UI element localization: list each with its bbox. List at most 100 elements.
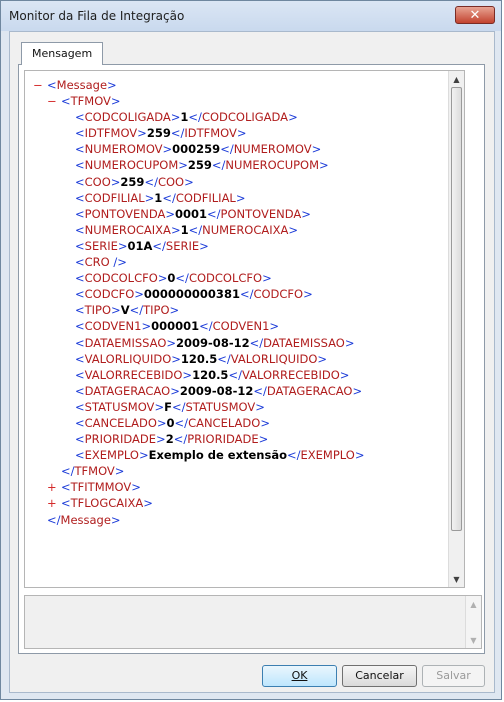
xml-tag-name: COO <box>84 174 111 189</box>
xml-tag-name: EXEMPLO <box>84 448 139 463</box>
xml-tag-name: CODFILIAL <box>84 190 145 205</box>
xml-field-dataemissao: <DATAEMISSAO>2009-08-12</DATAEMISSAO> <box>33 335 364 351</box>
lower-text-area[interactable]: ▲ ▼ <box>24 595 482 649</box>
xml-tag-name: PONTOVENDA <box>220 206 302 221</box>
xml-tag-bracket: </ <box>61 464 75 479</box>
scroll-thumb[interactable] <box>451 87 462 531</box>
xml-tag-bracket: </ <box>199 319 213 334</box>
xml-tag-bracket: > <box>138 448 149 463</box>
xml-tag-name: NUMEROMOV <box>233 142 312 157</box>
xml-field-codcfo: <CODCFO>000000000381</CODCFO> <box>33 286 364 302</box>
ok-button[interactable]: OK <box>262 665 337 687</box>
xml-tag-bracket: </ <box>188 110 202 125</box>
xml-field-value: 000000000381 <box>143 287 240 302</box>
lower-vertical-scrollbar[interactable]: ▲ ▼ <box>465 596 481 648</box>
xml-field-statusmov: <STATUSMOV>F</STATUSMOV> <box>33 399 364 415</box>
xml-tag-bracket: < <box>75 110 85 125</box>
xml-tag-bracket: < <box>75 432 85 447</box>
xml-field-value: 120.5 <box>180 351 218 366</box>
xml-field-value: 259 <box>187 158 212 173</box>
xml-collapsed-tfitmmov: + <TFITMMOV> <box>33 479 364 495</box>
xml-tag-bracket: </ <box>173 432 188 447</box>
xml-tag-bracket: </ <box>171 399 186 414</box>
xml-tag-name: TFMOV <box>70 94 111 109</box>
collapse-toggle[interactable]: − <box>33 77 47 93</box>
xml-tag-bracket: > <box>156 415 167 430</box>
scroll-down-icon[interactable]: ▼ <box>466 632 481 648</box>
xml-tag: < <box>47 78 57 92</box>
dialog-client-area: Mensagem − <Message> − <TFMOV> <CODCOLIGAD… <box>9 31 495 693</box>
xml-tag-name: DATAGERACAO <box>266 383 353 398</box>
dialog-window: Monitor da Fila de Integração ✕ Mensagem… <box>0 0 502 700</box>
close-button[interactable]: ✕ <box>455 6 495 24</box>
xml-tag-name: VALORLIQUIDO <box>230 351 318 366</box>
expand-toggle[interactable]: + <box>47 479 61 495</box>
xml-root-open: − <Message> <box>33 77 364 93</box>
xml-tag-bracket: </ <box>170 126 185 141</box>
xml-tag-name: DATAEMISSAO <box>84 335 167 350</box>
xml-tag-bracket: > <box>235 190 246 205</box>
xml-tag-name: TFITMMOV <box>70 480 132 495</box>
xml-tag-name: CANCELADO <box>188 415 261 430</box>
xml-tag-bracket: > <box>344 335 355 350</box>
xml-tag-bracket: </ <box>239 287 254 302</box>
xml-tag-bracket: > <box>111 303 121 318</box>
xml-field-valorrecebido: <VALORRECEBIDO>120.5</VALORRECEBIDO> <box>33 367 364 383</box>
xml-field-value: 259 <box>146 126 171 141</box>
xml-tag-bracket: > <box>169 303 180 318</box>
xml-field-prioridade: <PRIORIDADE>2</PRIORIDADE> <box>33 431 364 447</box>
xml-viewer[interactable]: − <Message> − <TFMOV> <CODCOLIGADA>1</CODC… <box>24 70 465 588</box>
xml-tag-name: VALORRECEBIDO <box>84 367 183 382</box>
xml-field-value: 2 <box>165 432 174 447</box>
xml-tag-name: Message <box>56 78 108 92</box>
xml-tag-bracket: > <box>134 287 144 302</box>
xml-tag-name: TFMOV <box>74 464 115 479</box>
xml-tag-name: CODVEN1 <box>84 319 142 334</box>
save-button[interactable]: Salvar <box>422 665 485 687</box>
xml-tag-name: TFLOGCAIXA <box>70 496 144 511</box>
xml-tag-bracket: </ <box>211 158 226 173</box>
xml-tag-bracket: < <box>75 271 85 286</box>
xml-tag-bracket: < <box>61 94 71 109</box>
xml-tag-bracket: </ <box>287 448 301 463</box>
xml-field-numeromov: <NUMEROMOV>000259</NUMEROMOV> <box>33 141 364 157</box>
xml-field-value: 2009-08-12 <box>176 335 250 350</box>
xml-tag-bracket: </ <box>207 206 221 221</box>
xml-tag-bracket: > <box>352 383 363 398</box>
xml-field-value: 2009-08-12 <box>179 383 254 398</box>
xml-tag-bracket: < <box>75 399 85 414</box>
xml-tag-bracket: /> <box>109 255 127 270</box>
xml-tag-bracket: > <box>178 158 188 173</box>
xml-vertical-scrollbar[interactable]: ▲ ▼ <box>448 71 464 587</box>
scroll-up-icon[interactable]: ▲ <box>449 71 464 87</box>
xml-tag-bracket: < <box>75 415 85 430</box>
tab-mensagem[interactable]: Mensagem <box>21 42 104 65</box>
scroll-up-icon[interactable]: ▲ <box>466 596 481 612</box>
xml-field-serie: <SERIE>01A</SERIE> <box>33 238 364 254</box>
xml-tag-bracket: > <box>156 432 166 447</box>
xml-tag-bracket: < <box>75 174 85 189</box>
xml-tag-bracket: < <box>75 255 85 270</box>
xml-tag-bracket: </ <box>217 351 231 366</box>
expand-toggle[interactable]: + <box>47 495 61 511</box>
xml-tag-bracket: </ <box>174 415 189 430</box>
xml-tag-bracket: > <box>110 512 121 527</box>
xml-tag-bracket: < <box>75 158 85 173</box>
xml-tag-bracket: </ <box>129 303 144 318</box>
xml-field-codcolcfo: <CODCOLCFO>0</CODCOLCFO> <box>33 270 364 286</box>
xml-field-value: V <box>120 303 130 318</box>
collapse-toggle[interactable]: − <box>47 93 61 109</box>
xml-fields: <CODCOLIGADA>1</CODCOLIGADA> <IDTFMOV>259… <box>33 109 364 463</box>
title-bar[interactable]: Monitor da Fila de Integração ✕ <box>1 1 501 31</box>
scroll-down-icon[interactable]: ▼ <box>449 571 464 587</box>
xml-field-cancelado: <CANCELADO>0</CANCELADO> <box>33 415 364 431</box>
xml-tag-bracket: < <box>75 383 85 398</box>
xml-tag-name: NUMEROCUPOM <box>84 158 179 173</box>
xml-tag-bracket: </ <box>175 271 189 286</box>
cancel-button[interactable]: Cancelar <box>342 665 417 687</box>
xml-tag-bracket: < <box>75 206 85 221</box>
xml-tag-bracket: </ <box>144 174 158 189</box>
xml-tag-bracket: > <box>143 496 153 511</box>
xml-tag-bracket: > <box>288 110 298 125</box>
xml-tag-bracket: > <box>170 383 180 398</box>
